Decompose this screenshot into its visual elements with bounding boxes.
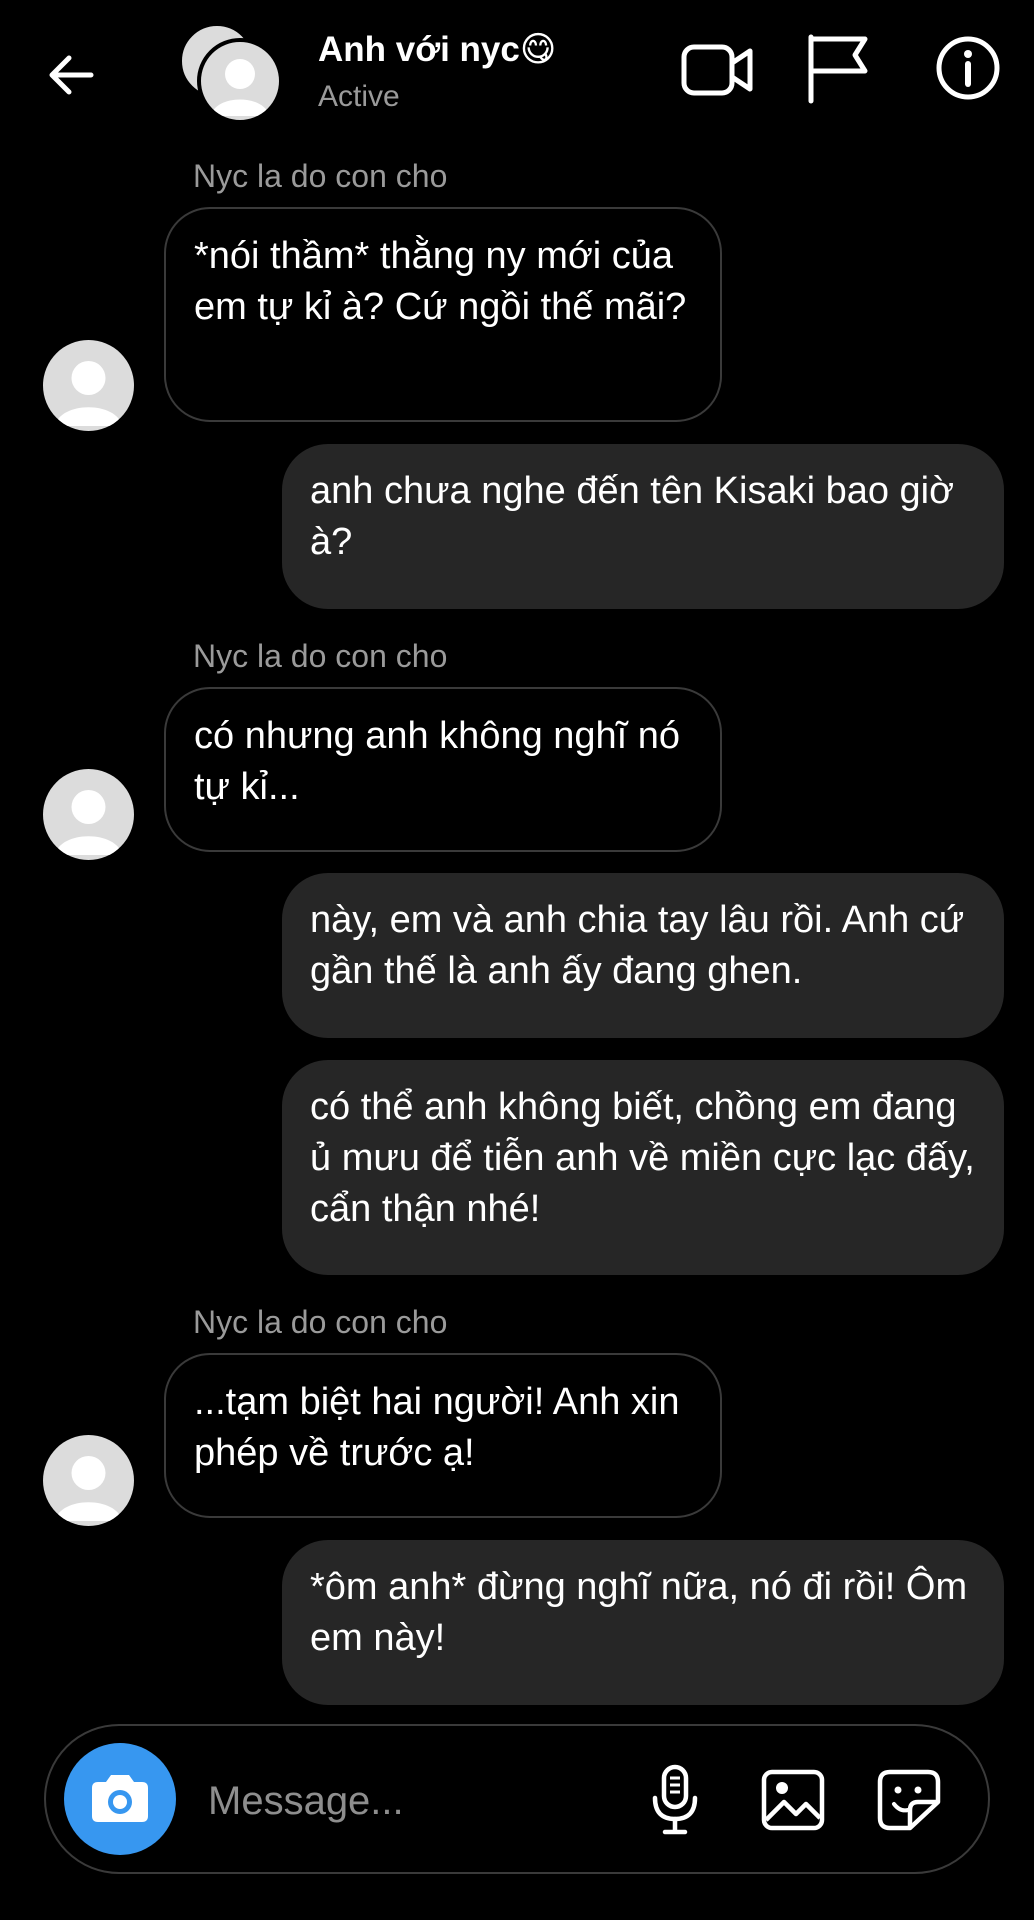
message-bubble-outgoing[interactable]: *ôm anh* đừng nghĩ nữa, nó đi rồi! Ôm em… bbox=[282, 1540, 1004, 1705]
chat-header: Anh với nyc😋 Active bbox=[0, 0, 1034, 150]
info-button[interactable] bbox=[934, 34, 1002, 102]
group-avatar[interactable] bbox=[180, 24, 283, 124]
gallery-icon bbox=[761, 1769, 825, 1831]
video-call-icon bbox=[681, 44, 753, 96]
active-status: Active bbox=[318, 80, 400, 113]
sender-name: Nyc la do con cho bbox=[193, 1304, 448, 1340]
chat-title[interactable]: Anh với nyc😋 bbox=[318, 30, 556, 70]
avatar-placeholder-icon bbox=[55, 361, 122, 426]
message-bubble-outgoing[interactable]: anh chưa nghe đến tên Kisaki bao giờ à? bbox=[282, 444, 1004, 609]
avatar-placeholder-icon bbox=[55, 790, 122, 855]
sender-avatar[interactable] bbox=[43, 769, 134, 860]
chat-title-text: Anh với nyc bbox=[318, 30, 520, 69]
back-arrow-icon bbox=[49, 55, 94, 95]
video-call-button[interactable] bbox=[678, 34, 758, 106]
message-bubble-outgoing[interactable]: này, em và anh chia tay lâu rồi. Anh cứ … bbox=[282, 873, 1004, 1038]
microphone-icon bbox=[652, 1764, 698, 1835]
avatar-placeholder-icon bbox=[211, 59, 269, 116]
sender-avatar[interactable] bbox=[43, 340, 134, 431]
sender-name: Nyc la do con cho bbox=[193, 158, 448, 194]
flag-icon bbox=[808, 34, 868, 104]
camera-icon bbox=[92, 1775, 148, 1822]
camera-button[interactable] bbox=[64, 1743, 176, 1855]
sticker-button[interactable] bbox=[872, 1764, 946, 1836]
sticker-icon bbox=[877, 1769, 941, 1831]
back-button[interactable] bbox=[40, 44, 102, 106]
message-bubble-incoming[interactable]: có nhưng anh không nghĩ nó tự kỉ... bbox=[164, 687, 722, 852]
report-button[interactable] bbox=[802, 30, 872, 106]
voice-message-button[interactable] bbox=[640, 1762, 710, 1838]
info-icon bbox=[936, 36, 1000, 100]
message-bubble-outgoing[interactable]: có thể anh không biết, chồng em đang ủ m… bbox=[282, 1060, 1004, 1275]
message-bubble-incoming[interactable]: *nói thầm* thằng ny mới của em tự kỉ à? … bbox=[164, 207, 722, 422]
chat-title-emoji: 😋 bbox=[519, 30, 557, 70]
sender-name: Nyc la do con cho bbox=[193, 638, 448, 674]
gallery-button[interactable] bbox=[756, 1764, 830, 1836]
sender-avatar[interactable] bbox=[43, 1435, 134, 1526]
message-input[interactable] bbox=[206, 1760, 630, 1842]
avatar-placeholder-icon bbox=[55, 1456, 122, 1521]
message-bubble-incoming[interactable]: ...tạm biệt hai người! Anh xin phép về t… bbox=[164, 1353, 722, 1518]
